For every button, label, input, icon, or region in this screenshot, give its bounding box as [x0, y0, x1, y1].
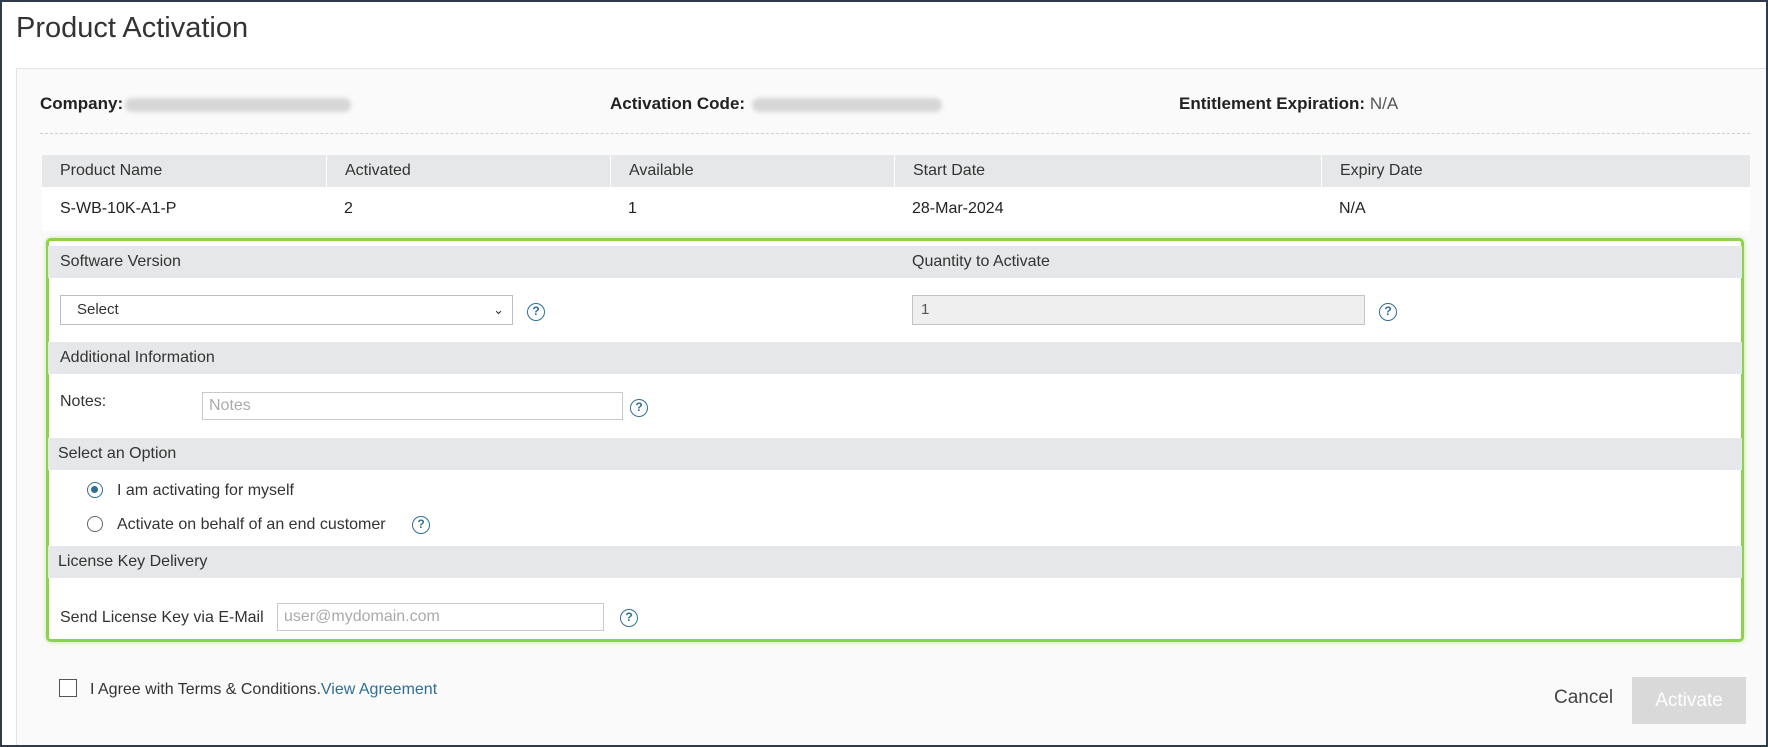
quantity-label: Quantity to Activate	[912, 253, 1050, 270]
help-circle-icon[interactable]: ?	[412, 516, 430, 534]
help-circle-icon[interactable]: ?	[527, 303, 545, 321]
notes-input[interactable]: Notes	[202, 392, 623, 420]
cell-available: 1	[628, 200, 637, 217]
radio-activate-end-customer-label[interactable]: Activate on behalf of an end customer	[117, 516, 386, 534]
company-value-redacted	[125, 97, 352, 112]
software-version-label: Software Version	[60, 253, 181, 270]
activation-code-info: Activation Code:	[610, 94, 942, 114]
email-input[interactable]: user@mydomain.com	[277, 603, 604, 631]
company-info: Company:	[40, 94, 352, 114]
software-version-selected: Select	[77, 301, 119, 318]
help-circle-icon[interactable]: ?	[630, 399, 648, 417]
cell-expiry-date: N/A	[1339, 200, 1366, 217]
cancel-button[interactable]: Cancel	[1554, 687, 1613, 709]
divider	[40, 133, 1750, 134]
column-header-available: Available	[610, 155, 894, 187]
radio-activate-end-customer[interactable]	[87, 516, 103, 532]
help-circle-icon[interactable]: ?	[620, 609, 638, 627]
company-label: Company:	[40, 94, 124, 113]
license-key-delivery-header: License Key Delivery	[48, 546, 1742, 578]
select-option-header: Select an Option	[48, 438, 1742, 470]
radio-activate-myself[interactable]	[87, 482, 103, 498]
terms-label: I Agree with Terms & Conditions.	[90, 681, 321, 698]
software-quantity-header: Software Version Quantity to Activate	[48, 246, 1742, 278]
column-header-start-date: Start Date	[894, 155, 1321, 187]
select-option-label: Select an Option	[58, 445, 177, 462]
notes-label: Notes:	[60, 393, 107, 410]
column-header-activated: Activated	[326, 155, 610, 187]
quantity-input[interactable]: 1	[912, 295, 1365, 325]
cell-start-date: 28-Mar-2024	[912, 200, 1004, 217]
help-circle-icon[interactable]: ?	[1379, 303, 1397, 321]
terms-checkbox[interactable]	[59, 679, 77, 697]
column-header-expiry-date: Expiry Date	[1321, 155, 1750, 187]
additional-information-label: Additional Information	[60, 349, 215, 366]
activate-button[interactable]: Activate	[1632, 677, 1746, 724]
cell-activated: 2	[344, 200, 353, 217]
view-agreement-link[interactable]: View Agreement	[321, 681, 437, 698]
terms-text: I Agree with Terms & Conditions.View Agr…	[90, 681, 437, 699]
additional-information-header: Additional Information	[48, 342, 1742, 374]
expiration-info: Entitlement Expiration: N/A	[1179, 94, 1398, 114]
license-key-delivery-label: License Key Delivery	[58, 553, 208, 570]
column-header-product-name: Product Name	[60, 162, 163, 179]
software-version-select[interactable]: Select ⌄	[60, 295, 513, 325]
expiration-label: Entitlement Expiration:	[1179, 94, 1366, 113]
entitlement-table-header: Product Name Activated Available Start D…	[42, 155, 1750, 187]
activation-code-label: Activation Code:	[610, 94, 746, 113]
chevron-down-icon: ⌄	[493, 302, 504, 317]
table-row: S-WB-10K-A1-P 2 1 28-Mar-2024 N/A	[42, 187, 1750, 231]
cell-product-name: S-WB-10K-A1-P	[60, 200, 177, 217]
page-title: Product Activation	[16, 12, 249, 44]
expiration-value: N/A	[1369, 94, 1399, 113]
radio-activate-myself-label[interactable]: I am activating for myself	[117, 482, 294, 500]
activation-code-value-redacted	[751, 97, 942, 112]
email-label: Send License Key via E-Mail	[60, 609, 264, 626]
